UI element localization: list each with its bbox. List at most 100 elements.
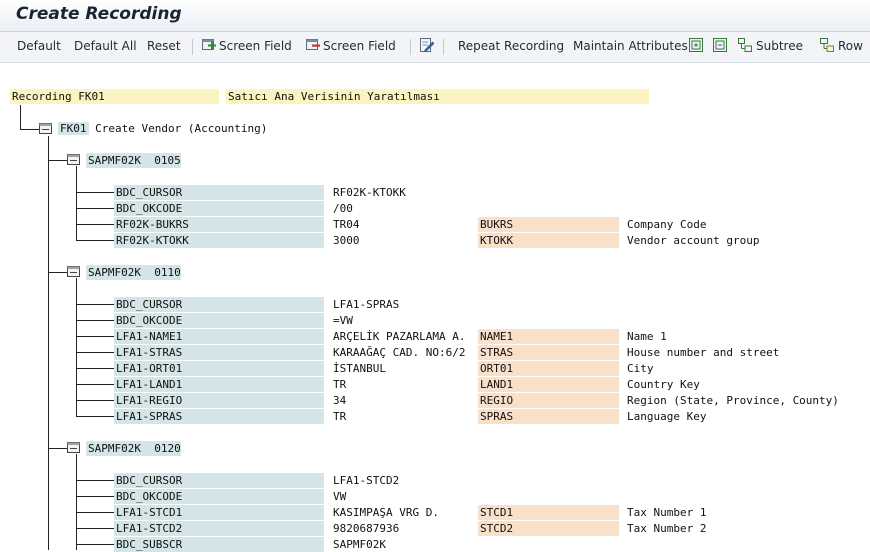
- screen-dynpro: 0105: [154, 154, 181, 167]
- field-value[interactable]: 9820687936: [331, 521, 471, 536]
- screen-node[interactable]: SAPMF02K 0110: [86, 265, 181, 280]
- field-name: BDC_OKCODE: [114, 489, 324, 504]
- field-value[interactable]: LFA1-STCD2: [331, 473, 471, 488]
- tree-connector: [76, 544, 114, 545]
- tree-connector: [76, 208, 114, 209]
- tree-connector: [76, 352, 114, 353]
- field-name: LFA1-ORT01: [114, 361, 324, 376]
- tree-connector: [20, 129, 39, 130]
- field-description: Vendor account group: [627, 234, 760, 247]
- field-name: BDC_CURSOR: [114, 185, 324, 200]
- field-value[interactable]: VW: [331, 489, 471, 504]
- field-value[interactable]: ARÇELİK PAZARLAMA A.: [331, 329, 471, 344]
- add-screen-field-button[interactable]: Screen Field: [219, 39, 292, 53]
- field-name: LFA1-REGIO: [114, 393, 324, 408]
- title-bar: Create Recording: [0, 0, 870, 32]
- screen-node[interactable]: SAPMF02K 0120: [86, 441, 181, 456]
- field-value[interactable]: TR04: [331, 217, 471, 232]
- tree-connector: [48, 448, 67, 449]
- field-technical-name: BUKRS: [478, 217, 619, 232]
- tree-connector: [76, 336, 114, 337]
- subtree-icon[interactable]: [738, 38, 752, 52]
- transaction-code: FK01: [58, 122, 89, 135]
- row-button[interactable]: Row: [838, 39, 863, 53]
- screen-node[interactable]: SAPMF02K 0105: [86, 153, 181, 168]
- screen-dynpro: 0110: [154, 266, 181, 279]
- field-name: LFA1-LAND1: [114, 377, 324, 392]
- tree-connector: [76, 224, 114, 225]
- field-name: LFA1-STCD1: [114, 505, 324, 520]
- tree-connector: [76, 368, 114, 369]
- field-technical-name: STRAS: [478, 345, 619, 360]
- field-name: BDC_OKCODE: [114, 313, 324, 328]
- reset-button[interactable]: Reset: [147, 39, 181, 53]
- tree-connector: [76, 240, 114, 241]
- field-value[interactable]: 3000: [331, 233, 471, 248]
- screen-folder-icon[interactable]: [67, 442, 80, 453]
- screen-folder-icon[interactable]: [67, 266, 80, 277]
- screen-program: SAPMF02K: [88, 442, 141, 455]
- collapse-node-icon[interactable]: [713, 38, 727, 52]
- field-value[interactable]: =VW: [331, 313, 471, 328]
- row-icon[interactable]: [820, 38, 834, 52]
- default-all-button[interactable]: Default All: [74, 39, 137, 53]
- field-value[interactable]: /00: [331, 201, 471, 216]
- field-description: Region (State, Province, County): [627, 394, 839, 407]
- tree-connector: [76, 454, 77, 550]
- field-name: LFA1-SPRAS: [114, 409, 324, 424]
- tree-connector: [76, 320, 114, 321]
- screen-folder-icon[interactable]: [67, 154, 80, 165]
- field-technical-name: STCD1: [478, 505, 619, 520]
- add-screen-field-icon[interactable]: [202, 38, 216, 52]
- field-value[interactable]: TR: [331, 377, 471, 392]
- tree-connector: [76, 278, 77, 416]
- repeat-recording-button[interactable]: Repeat Recording: [458, 39, 564, 53]
- field-value[interactable]: RF02K-KTOKK: [331, 185, 471, 200]
- field-name: BDC_CURSOR: [114, 473, 324, 488]
- field-technical-name: STCD2: [478, 521, 619, 536]
- tree-connector: [76, 528, 114, 529]
- field-name: BDC_CURSOR: [114, 297, 324, 312]
- tree-connector: [76, 400, 114, 401]
- field-value[interactable]: TR: [331, 409, 471, 424]
- transaction-folder-icon[interactable]: [39, 123, 52, 134]
- tree-connector: [76, 192, 114, 193]
- tree-connector: [76, 416, 114, 417]
- field-description: City: [627, 362, 654, 375]
- field-value[interactable]: LFA1-SPRAS: [331, 297, 471, 312]
- maintain-attributes-button[interactable]: Maintain Attributes: [573, 39, 688, 53]
- field-name: RF02K-BUKRS: [114, 217, 324, 232]
- tree-connector: [48, 272, 67, 273]
- field-name: LFA1-NAME1: [114, 329, 324, 344]
- screen-dynpro: 0120: [154, 442, 181, 455]
- toolbar-separator: [443, 39, 444, 55]
- field-description: Company Code: [627, 218, 707, 231]
- edit-pencil-icon[interactable]: [420, 38, 434, 52]
- remove-screen-field-icon[interactable]: [306, 38, 320, 52]
- application-toolbar: Default Default All Reset Screen Field S…: [0, 32, 870, 63]
- field-name: RF02K-KTOKK: [114, 233, 324, 248]
- transaction-text: Create Vendor (Accounting): [95, 122, 268, 135]
- remove-screen-field-button[interactable]: Screen Field: [323, 39, 396, 53]
- field-description: Tax Number 2: [627, 522, 707, 535]
- field-name: LFA1-STCD2: [114, 521, 324, 536]
- field-value[interactable]: İSTANBUL: [331, 361, 471, 376]
- tree-connector: [20, 105, 21, 129]
- default-button[interactable]: Default: [17, 39, 61, 53]
- field-technical-name: LAND1: [478, 377, 619, 392]
- screen-program: SAPMF02K: [88, 266, 141, 279]
- tree-connector: [76, 480, 114, 481]
- field-value[interactable]: KARAAĞAÇ CAD. NO:6/2: [331, 345, 471, 360]
- tree-connector: [48, 136, 49, 550]
- field-value[interactable]: KASIMPAŞA VRG D.: [331, 505, 471, 520]
- field-technical-name: NAME1: [478, 329, 619, 344]
- transaction-node[interactable]: FK01 Create Vendor (Accounting): [58, 121, 267, 136]
- tree-connector: [76, 512, 114, 513]
- subtree-button[interactable]: Subtree: [756, 39, 803, 53]
- recording-description: Satıcı Ana Verisinin Yaratılması: [226, 89, 649, 104]
- expand-node-icon[interactable]: [689, 38, 703, 52]
- field-technical-name: ORT01: [478, 361, 619, 376]
- field-value[interactable]: 34: [331, 393, 471, 408]
- window-title: Create Recording: [16, 4, 182, 24]
- tree-connector: [48, 160, 67, 161]
